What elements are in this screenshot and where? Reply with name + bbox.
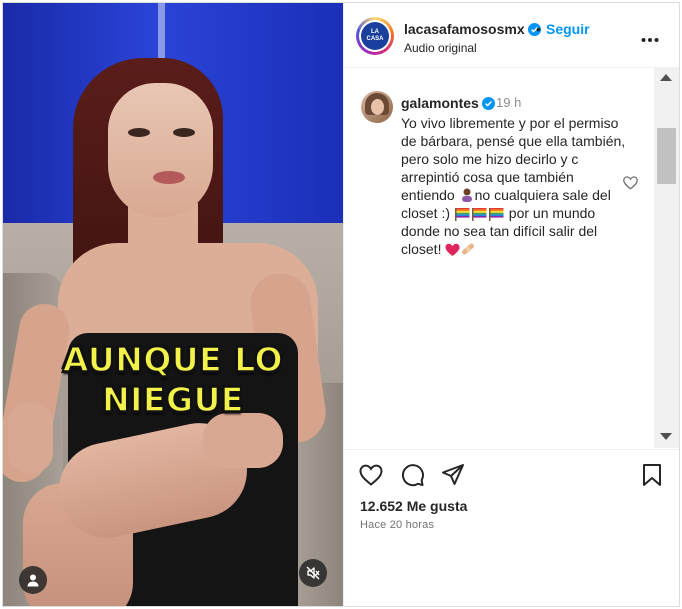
post-side-panel: LA CASA lacasafamososmx • Seguir Audio or… <box>343 3 679 606</box>
likes-count[interactable]: 12.652 Me gusta <box>360 498 467 514</box>
scroll-thumb[interactable] <box>657 128 676 184</box>
person-shrugging-emoji-icon <box>461 188 472 202</box>
account-username[interactable]: lacasafamososmx <box>404 21 541 37</box>
user-icon <box>27 574 39 587</box>
commenter-avatar[interactable] <box>361 91 393 123</box>
scroll-down-arrow[interactable] <box>660 433 672 440</box>
person-face <box>108 83 213 218</box>
video-caption-line1: AUNQUE LO <box>62 339 284 380</box>
post-actions: 12.652 Me gusta Hace 20 horas <box>344 449 679 606</box>
audio-toggle-button[interactable] <box>299 559 327 587</box>
rainbow-flag-emoji-icon <box>454 208 470 221</box>
more-options-icon[interactable] <box>641 27 659 48</box>
comment-button[interactable] <box>400 462 426 488</box>
comment-time: 19 h <box>496 95 522 110</box>
save-button[interactable] <box>639 462 665 488</box>
commenter-username[interactable]: galamontes <box>401 95 495 111</box>
paper-plane-icon <box>442 464 464 485</box>
person-eye-left <box>128 128 150 137</box>
person-eye-right <box>173 128 195 137</box>
follow-button[interactable]: Seguir <box>546 21 590 37</box>
person-hand-right <box>203 413 283 468</box>
bookmark-icon <box>643 464 661 486</box>
heart-outline-icon <box>359 464 383 486</box>
verified-badge-icon <box>481 97 495 110</box>
more-options-glyph <box>641 38 659 42</box>
comment-text: Yo vivo libremente y por el permiso de b… <box>401 115 626 257</box>
rainbow-flag-emoji-icon <box>488 208 504 221</box>
comment-like-button[interactable] <box>623 176 638 195</box>
comments-section: galamontes 19 h Yo vivo libremente y por… <box>344 68 679 448</box>
scroll-up-arrow[interactable] <box>660 74 672 81</box>
comment-bubble-icon <box>401 464 424 487</box>
red-heart-emoji-icon <box>445 243 460 256</box>
share-button[interactable] <box>440 462 466 488</box>
muted-speaker-icon <box>306 566 320 580</box>
person-lips <box>153 171 185 184</box>
post-header: LA CASA lacasafamososmx • Seguir Audio or… <box>344 3 679 68</box>
video-caption-line2: NIEGUE <box>101 379 244 420</box>
bandage-emoji-icon <box>462 243 475 255</box>
reel-video[interactable]: AUNQUE LO NIEGUE <box>3 3 343 606</box>
instagram-post-modal: AUNQUE LO NIEGUE LA CASA lacasafamososmx… <box>2 2 680 607</box>
heart-outline-icon <box>623 176 638 190</box>
audio-label[interactable]: Audio original <box>404 41 477 55</box>
account-avatar[interactable]: LA CASA <box>356 17 394 55</box>
tagged-users-button[interactable] <box>19 566 47 594</box>
account-logo: LA CASA <box>361 22 389 50</box>
separator-dot: • <box>536 21 541 37</box>
post-timestamp[interactable]: Hace 20 horas <box>360 519 434 531</box>
like-button[interactable] <box>358 462 384 488</box>
rainbow-flag-emoji-icon <box>471 208 487 221</box>
comments-scrollbar[interactable] <box>654 68 679 448</box>
